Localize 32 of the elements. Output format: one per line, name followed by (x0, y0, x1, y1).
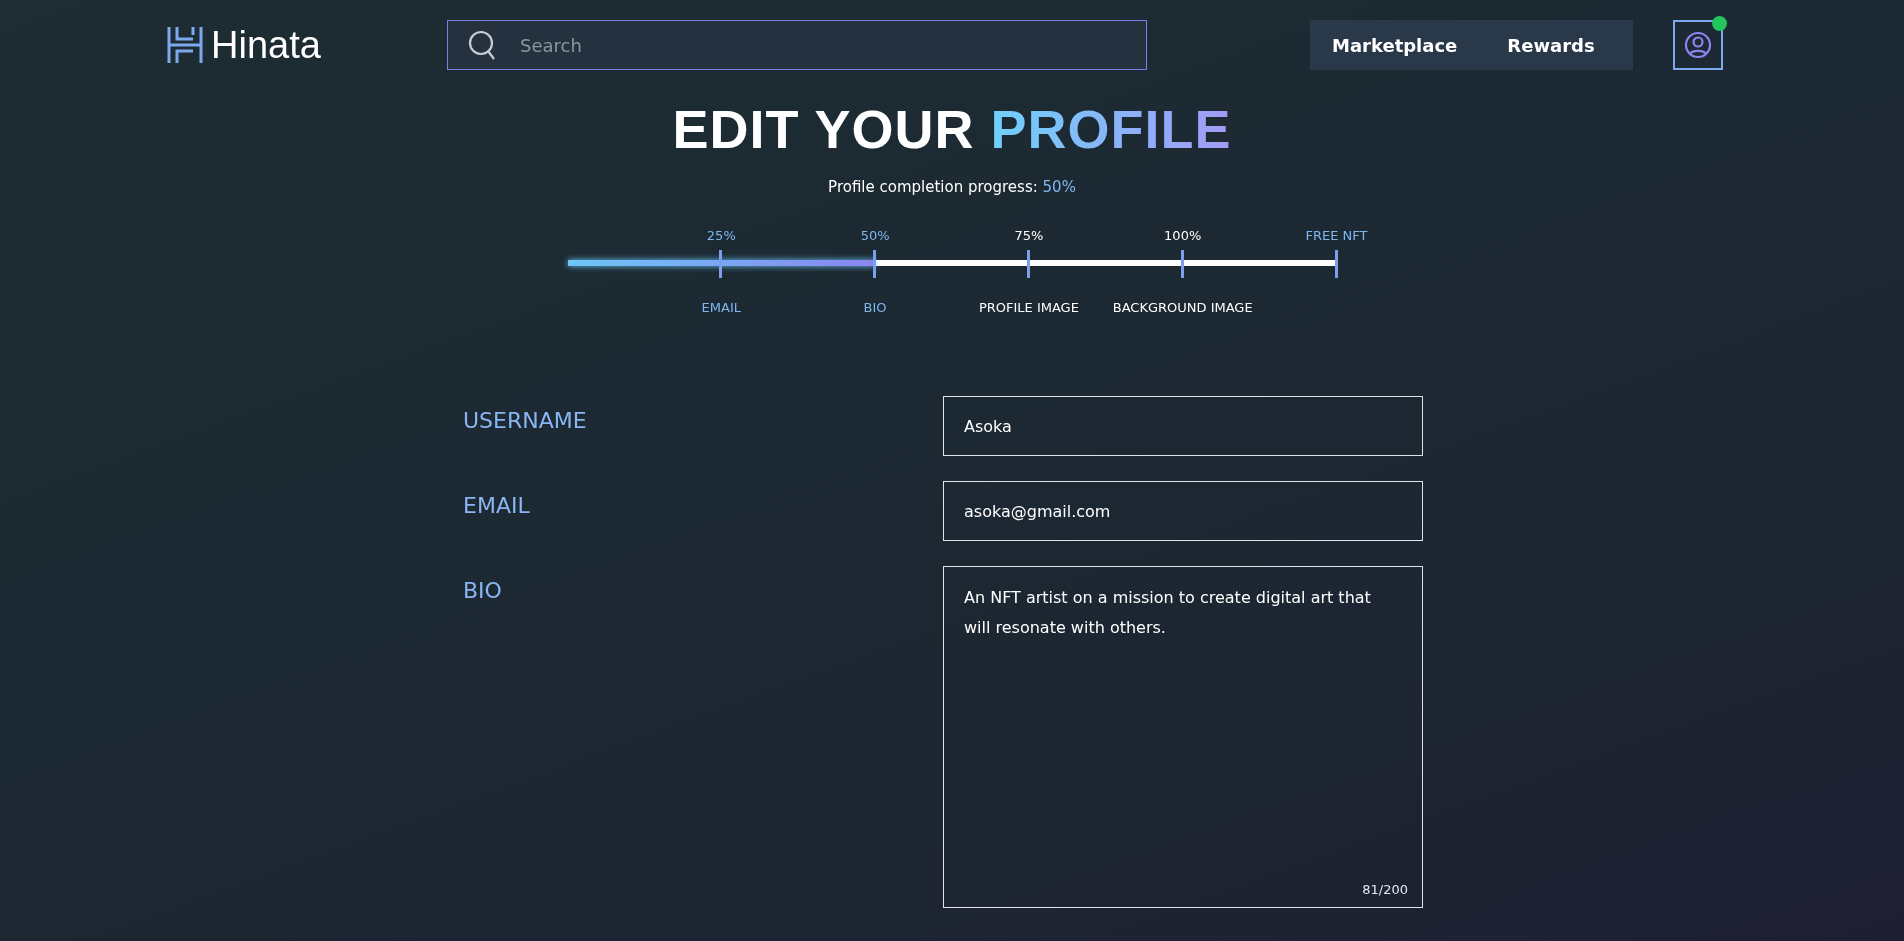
text-field[interactable]: Asoka (943, 396, 1423, 456)
nav-link[interactable]: Rewards (1507, 34, 1595, 56)
text-field[interactable]: asoka@gmail.com (943, 481, 1423, 541)
milestone-label: PROFILE IMAGE (978, 300, 1079, 315)
milestone-percent: 100% (1164, 228, 1202, 243)
milestone-tick (1026, 250, 1030, 278)
search-bar[interactable]: Search (447, 20, 1147, 70)
milestone-percent: 75% (1014, 228, 1044, 243)
field-label: EMAIL (463, 492, 531, 520)
milestone-label: BIO (863, 300, 887, 315)
page-title: EDIT YOUR PROFILE (671, 98, 1233, 160)
milestone-label: EMAIL (701, 300, 741, 315)
search-field[interactable]: Search (518, 33, 1126, 57)
bio-box[interactable]: An NFT artist on a mission to create digital art that will resonate with others. 81/200 (943, 566, 1423, 908)
milestone-tick (873, 250, 877, 278)
milestone-tick (1334, 250, 1338, 278)
milestone-tick (1180, 250, 1184, 278)
nav-link[interactable]: Marketplace (1332, 34, 1458, 56)
bio-field[interactable]: An NFT artist on a mission to create digital art that will resonate with others. (944, 567, 1422, 847)
progress-text: Profile completion progress: 50% (827, 178, 1077, 196)
milestone-percent: FREE NFT (1305, 228, 1368, 243)
milestone-percent: 25% (706, 228, 736, 243)
milestone-label: BACKGROUND IMAGE (1112, 300, 1253, 315)
user-icon (1683, 31, 1712, 59)
field-label: BIO (463, 577, 503, 605)
search-icon (468, 30, 496, 60)
logo-icon (165, 25, 205, 65)
milestone-percent: 50% (860, 228, 890, 243)
char-counter: 81/200 (1362, 882, 1408, 897)
logo-text[interactable]: Hinata (211, 23, 321, 67)
field-label: USERNAME (463, 407, 588, 435)
milestone-tick (719, 250, 723, 278)
